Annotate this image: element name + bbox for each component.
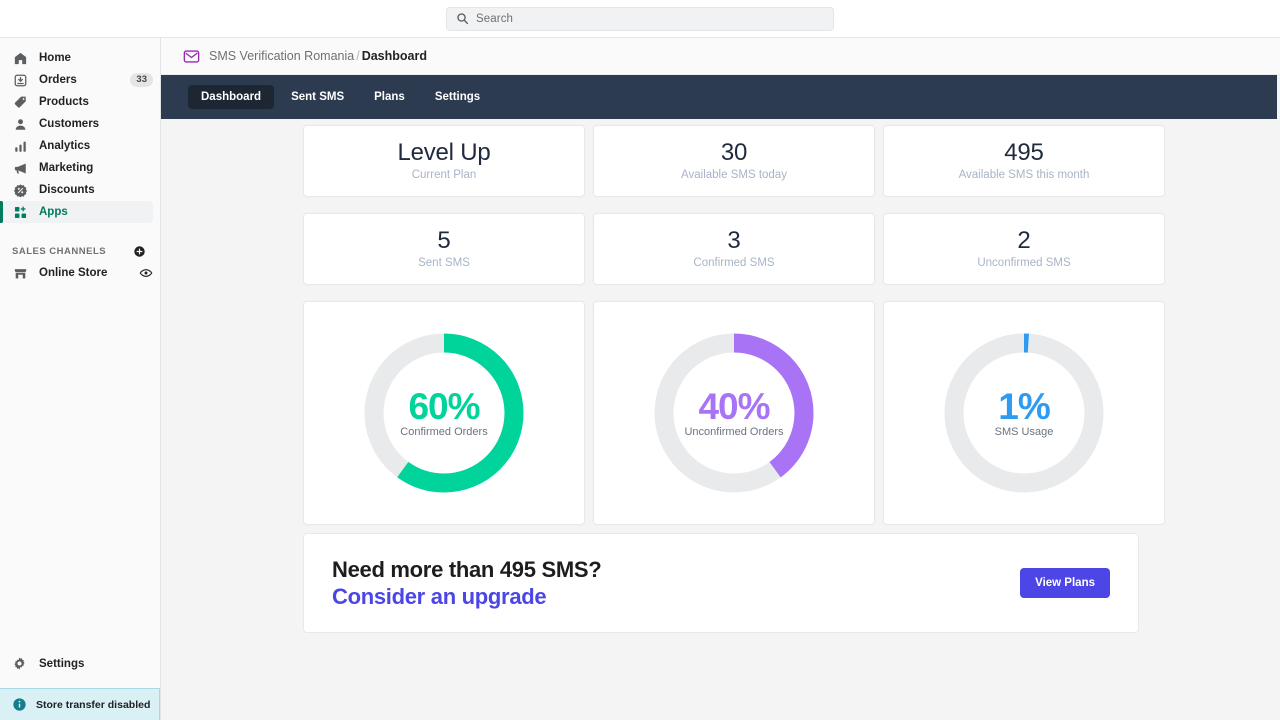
search-icon	[456, 12, 469, 25]
breadcrumb-app[interactable]: SMS Verification Romania	[209, 49, 354, 63]
donut-label: Unconfirmed Orders	[684, 426, 784, 438]
search-input[interactable]: Search	[446, 6, 834, 31]
sidebar-item-customers[interactable]: Customers	[0, 113, 153, 135]
sidebar-item-label: Home	[39, 52, 71, 64]
sidebar-item-label: Online Store	[39, 267, 108, 279]
sales-channels-title: SALES CHANNELS	[12, 245, 107, 257]
donut-center: 1% SMS Usage	[941, 330, 1107, 496]
sidebar-item-orders[interactable]: Orders 33	[0, 69, 153, 91]
stat-value: Level Up	[397, 139, 491, 166]
sidebar-item-label: Analytics	[39, 140, 91, 152]
sidebar-item-label: Orders	[39, 74, 77, 86]
sidebar-item-apps[interactable]: Apps	[0, 201, 153, 223]
sidebar-item-settings[interactable]: Settings	[0, 652, 160, 676]
tab-settings[interactable]: Settings	[422, 85, 493, 109]
tab-sent-sms[interactable]: Sent SMS	[278, 85, 357, 109]
donut-percent: 40%	[698, 386, 770, 427]
stat-label: Unconfirmed SMS	[977, 257, 1071, 269]
donut-label: SMS Usage	[994, 426, 1054, 438]
donut-percent: 60%	[408, 386, 480, 427]
stat-card: 2 Unconfirmed SMS	[883, 213, 1165, 285]
home-icon	[12, 50, 28, 66]
upgrade-banner-line2: Consider an upgrade	[332, 584, 547, 609]
main-area: SMS Verification Romania / Dashboard Dashb…	[161, 38, 1280, 720]
plus-circle-icon[interactable]	[133, 245, 146, 258]
stat-label: Current Plan	[411, 169, 477, 181]
donut-label: Confirmed Orders	[400, 426, 488, 438]
donut-chart-card: 1% SMS Usage	[883, 301, 1165, 525]
stat-value: 3	[727, 227, 741, 254]
sidebar-item-label: Products	[39, 96, 89, 108]
sidebar-item-analytics[interactable]: Analytics	[0, 135, 153, 157]
envelope-icon	[183, 48, 200, 65]
stat-card: 30 Available SMS today	[593, 125, 875, 197]
donut-percent: 1%	[998, 386, 1050, 427]
discount-icon	[12, 182, 28, 198]
settings-label: Settings	[39, 658, 85, 670]
stat-value: 2	[1017, 227, 1031, 254]
store-icon	[12, 265, 28, 281]
topbar: Search	[0, 0, 1280, 38]
sidebar-nav-list: Home Orders 33 Products Customers Analyt…	[0, 38, 160, 223]
stat-card: 5 Sent SMS	[303, 213, 585, 285]
store-transfer-banner: Store transfer disabled	[0, 688, 160, 720]
view-plans-button[interactable]: View Plans	[1020, 568, 1110, 598]
info-icon	[12, 697, 27, 712]
stat-card: 495 Available SMS this month	[883, 125, 1165, 197]
tab-dashboard[interactable]: Dashboard	[188, 85, 275, 109]
bar-chart-icon	[12, 138, 28, 154]
sidebar-item-label: Discounts	[39, 184, 95, 196]
stat-label: Sent SMS	[418, 257, 470, 269]
orders-icon	[12, 72, 28, 88]
stat-card: Level Up Current Plan	[303, 125, 585, 197]
stat-card: 3 Confirmed SMS	[593, 213, 875, 285]
upgrade-banner-line1: Need more than 495 SMS?	[332, 556, 602, 582]
app-nav: Dashboard Sent SMS Plans Settings	[161, 75, 1277, 119]
eye-icon[interactable]	[139, 266, 153, 280]
donut-sms-usage: 1% SMS Usage	[941, 330, 1107, 496]
donut-center: 60% Confirmed Orders	[361, 330, 527, 496]
tag-icon	[12, 94, 28, 110]
donut-chart-card: 60% Confirmed Orders	[303, 301, 585, 525]
store-transfer-label: Store transfer disabled	[36, 698, 151, 711]
donut-confirmed-orders: 60% Confirmed Orders	[361, 330, 527, 496]
sidebar-item-home[interactable]: Home	[0, 47, 153, 69]
megaphone-icon	[12, 160, 28, 176]
breadcrumb-separator: /	[356, 49, 360, 63]
apps-icon	[12, 204, 28, 220]
stat-label: Available SMS this month	[958, 169, 1090, 181]
sales-channels-header: SALES CHANNELS	[0, 242, 160, 260]
sidebar-item-marketing[interactable]: Marketing	[0, 157, 153, 179]
upgrade-banner: Need more than 495 SMS? Consider an upgr…	[303, 533, 1139, 633]
person-icon	[12, 116, 28, 132]
dashboard-content: Level Up Current Plan 30 Available SMS t…	[161, 119, 1280, 720]
stat-label: Confirmed SMS	[693, 257, 775, 269]
donut-center: 40% Unconfirmed Orders	[651, 330, 817, 496]
breadcrumb-current: Dashboard	[361, 49, 427, 63]
stat-label: Available SMS today	[681, 169, 787, 181]
donut-chart-card: 40% Unconfirmed Orders	[593, 301, 875, 525]
search-placeholder: Search	[476, 12, 514, 25]
sidebar-item-label: Apps	[39, 206, 68, 218]
breadcrumb-text: SMS Verification Romania / Dashboard	[209, 49, 427, 63]
sidebar-item-label: Marketing	[39, 162, 94, 174]
sidebar: Home Orders 33 Products Customers Analyt…	[0, 38, 161, 720]
sidebar-item-label: Customers	[39, 118, 100, 130]
sidebar-item-discounts[interactable]: Discounts	[0, 179, 153, 201]
stat-value: 30	[720, 139, 748, 166]
gear-icon	[12, 656, 28, 672]
breadcrumb: SMS Verification Romania / Dashboard	[161, 38, 1280, 75]
tab-plans[interactable]: Plans	[361, 85, 418, 109]
sidebar-item-online-store[interactable]: Online Store	[0, 262, 153, 284]
sidebar-item-products[interactable]: Products	[0, 91, 153, 113]
upgrade-banner-text: Need more than 495 SMS? Consider an upgr…	[332, 556, 602, 611]
donut-unconfirmed-orders: 40% Unconfirmed Orders	[651, 330, 817, 496]
stat-card-grid: Level Up Current Plan 30 Available SMS t…	[161, 119, 1280, 525]
orders-badge: 33	[130, 73, 153, 87]
stat-value: 5	[437, 227, 451, 254]
stat-value: 495	[1004, 139, 1044, 166]
